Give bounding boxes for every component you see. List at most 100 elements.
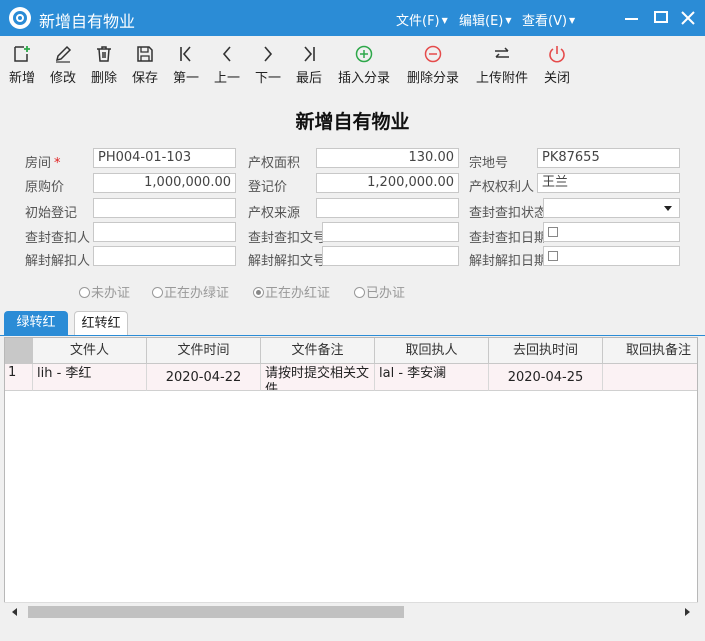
room-field[interactable]: PH004-01-103 bbox=[93, 148, 236, 168]
table-cell[interactable]: 请按时提交相关文件 bbox=[261, 364, 375, 391]
seizure-status-select[interactable] bbox=[543, 198, 680, 218]
close-button[interactable]: 关闭 bbox=[541, 44, 573, 86]
room-label: 房间 * bbox=[25, 156, 61, 171]
delete-button[interactable]: 删除 bbox=[88, 44, 120, 86]
lot-field[interactable]: PK87655 bbox=[537, 148, 680, 168]
close-window-button[interactable] bbox=[678, 8, 698, 28]
checkbox-icon[interactable] bbox=[548, 227, 558, 237]
add-document-icon bbox=[14, 46, 30, 62]
seizure-person-field[interactable] bbox=[93, 222, 236, 242]
menu-view[interactable]: 查看(V) ▼ bbox=[522, 10, 575, 29]
column-header[interactable]: 去回执时间 bbox=[489, 338, 603, 364]
horizontal-scrollbar[interactable] bbox=[4, 602, 698, 621]
initial-registration-field[interactable] bbox=[93, 198, 236, 218]
property-source-label: 产权来源 bbox=[248, 206, 301, 221]
column-header[interactable]: 文件时间 bbox=[147, 338, 261, 364]
previous-icon bbox=[222, 46, 231, 62]
toolbar: 新增 修改 删除 保存 第一 上一 下一 最后 插入分录 删除分录 上传附件 关… bbox=[0, 36, 705, 94]
first-icon bbox=[180, 46, 191, 62]
upload-attachment-button[interactable]: 上传附件 bbox=[474, 44, 530, 86]
original-price-field[interactable]: 1,000,000.00 bbox=[93, 173, 236, 193]
save-button[interactable]: 保存 bbox=[129, 44, 161, 86]
required-marker: * bbox=[54, 156, 61, 171]
radio-circle-icon bbox=[354, 287, 365, 298]
registered-price-field[interactable]: 1,200,000.00 bbox=[316, 173, 459, 193]
column-header[interactable]: 文件人 bbox=[33, 338, 147, 364]
save-icon bbox=[137, 46, 153, 62]
initial-registration-label: 初始登记 bbox=[25, 206, 78, 221]
release-person-label: 解封解扣人 bbox=[25, 254, 91, 269]
title-bar: 新增自有物业 文件(F) ▼ 编辑(E) ▼ 查看(V) ▼ bbox=[0, 0, 705, 36]
radio-selected-icon bbox=[253, 287, 264, 298]
chevron-down-icon: ▼ bbox=[441, 16, 448, 25]
maximize-button[interactable] bbox=[651, 8, 671, 28]
radio-circle-icon bbox=[152, 287, 163, 298]
status-radio-red-pending[interactable]: 正在办红证 bbox=[253, 282, 330, 301]
row-number: 1 bbox=[5, 364, 33, 391]
table-cell[interactable]: 2020-04-25 bbox=[489, 364, 603, 391]
tab-green-to-red[interactable]: 绿转红 bbox=[4, 311, 68, 336]
release-doc-field[interactable] bbox=[322, 246, 459, 266]
edit-icon bbox=[55, 45, 72, 63]
minimize-button[interactable] bbox=[622, 8, 642, 28]
delete-minus-icon bbox=[424, 45, 442, 63]
insert-entry-button[interactable]: 插入分录 bbox=[336, 44, 392, 86]
delete-entry-button[interactable]: 删除分录 bbox=[405, 44, 461, 86]
table-cell[interactable] bbox=[603, 364, 697, 391]
table-cell[interactable]: lih - 李红 bbox=[33, 364, 147, 391]
property-source-field[interactable] bbox=[316, 198, 459, 218]
status-radio-green-pending[interactable]: 正在办绿证 bbox=[152, 282, 229, 301]
new-button[interactable]: 新增 bbox=[6, 44, 38, 86]
owner-label: 产权权利人 bbox=[469, 180, 535, 195]
lot-label: 宗地号 bbox=[469, 156, 509, 171]
area-label: 产权面积 bbox=[248, 156, 301, 171]
area-field[interactable]: 130.00 bbox=[316, 148, 459, 168]
edit-button[interactable]: 修改 bbox=[47, 44, 79, 86]
last-icon bbox=[304, 46, 315, 62]
table-cell[interactable]: 2020-04-22 bbox=[147, 364, 261, 391]
status-radio-unissued[interactable]: 未办证 bbox=[79, 282, 130, 301]
upload-exchange-icon bbox=[495, 47, 509, 58]
scroll-left-icon[interactable] bbox=[12, 608, 17, 616]
insert-plus-icon bbox=[355, 45, 373, 63]
menu-file[interactable]: 文件(F) ▼ bbox=[396, 10, 448, 29]
chevron-down-icon: ▼ bbox=[505, 16, 512, 25]
status-radio-issued[interactable]: 已办证 bbox=[354, 282, 405, 301]
registered-price-label: 登记价 bbox=[248, 180, 288, 195]
column-header[interactable]: 取回执人 bbox=[375, 338, 489, 364]
column-header[interactable]: 取回执备注 bbox=[603, 338, 697, 364]
window-title: 新增自有物业 bbox=[39, 12, 136, 31]
dropdown-arrow-icon bbox=[664, 206, 672, 211]
trash-icon bbox=[97, 46, 111, 62]
seizure-date-field[interactable] bbox=[543, 222, 680, 242]
seizure-person-label: 查封查扣人 bbox=[25, 231, 91, 246]
seizure-doc-label: 查封查扣文号 bbox=[248, 231, 323, 246]
entries-grid: 文件人 文件时间 文件备注 取回执人 去回执时间 取回执备注 1 lih - 李… bbox=[4, 337, 698, 621]
scroll-thumb[interactable] bbox=[28, 606, 404, 618]
table-cell[interactable]: lal - 李安澜 bbox=[375, 364, 489, 391]
release-person-field[interactable] bbox=[93, 246, 236, 266]
seizure-date-label: 查封查扣日期 bbox=[469, 231, 544, 246]
power-icon bbox=[549, 46, 565, 63]
release-date-field[interactable] bbox=[543, 246, 680, 266]
release-date-label: 解封解扣日期 bbox=[469, 254, 544, 269]
close-icon bbox=[681, 11, 695, 25]
form-title: 新增自有物业 bbox=[295, 111, 410, 133]
next-button[interactable]: 下一 bbox=[252, 44, 284, 86]
scroll-right-icon[interactable] bbox=[685, 608, 690, 616]
first-button[interactable]: 第一 bbox=[170, 44, 202, 86]
seizure-doc-field[interactable] bbox=[322, 222, 459, 242]
owner-field[interactable]: 王兰 bbox=[537, 173, 680, 193]
column-header[interactable]: 文件备注 bbox=[261, 338, 375, 364]
app-logo-icon bbox=[9, 7, 31, 29]
original-price-label: 原购价 bbox=[25, 180, 65, 195]
grid-corner bbox=[5, 338, 33, 364]
tab-red-to-red[interactable]: 红转红 bbox=[74, 311, 128, 336]
menu-edit[interactable]: 编辑(E) ▼ bbox=[459, 10, 512, 29]
last-button[interactable]: 最后 bbox=[293, 44, 325, 86]
checkbox-icon[interactable] bbox=[548, 251, 558, 261]
next-icon bbox=[264, 46, 273, 62]
previous-button[interactable]: 上一 bbox=[211, 44, 243, 86]
radio-circle-icon bbox=[79, 287, 90, 298]
chevron-down-icon: ▼ bbox=[569, 16, 576, 25]
